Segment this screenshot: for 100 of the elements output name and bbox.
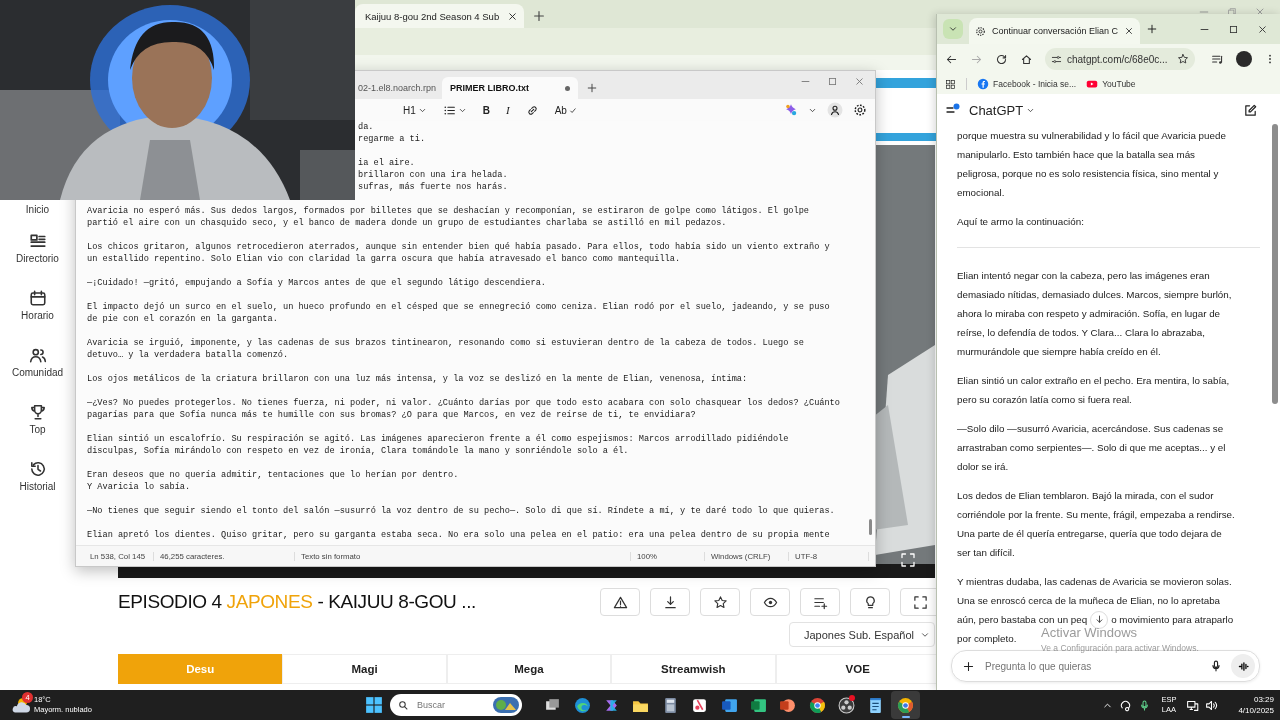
text-paragraph: —No tienes que seguir siendo el tonto del salón —susurró la voz dentro de su pecho—. Solo di que sí. Ríndete a mí, y te daré todo lo que quieras. (87, 505, 836, 517)
text-paragraph: Los ojos metálicos de la criatura brillaron con una luz más intensa, y la voz se deslizó en la mente de Elian, venenosa, íntima: (87, 373, 749, 385)
tab-title: Kaijuu 8-gou 2nd Season 4 Sub (365, 10, 500, 22)
message-paragraph: Elian sintió un calor extraño en el pecho. Era mentira, lo sabía, pero su corazón latía como si fuera real. (957, 374, 1230, 407)
nav-item[interactable]: Horario (0, 289, 75, 346)
search-input[interactable]: Buscar (415, 699, 487, 711)
warning-icon (612, 594, 628, 610)
trophy-icon (28, 403, 47, 421)
activation-title: Activar Windows (1041, 625, 1139, 640)
favicon-icon (975, 25, 986, 37)
address-bar[interactable]: chatgpt.com/c/68e0c... (1045, 48, 1195, 70)
fullscreen-icon[interactable] (900, 552, 916, 568)
search-field[interactable]: Buscar (390, 694, 522, 716)
waveform-icon (1236, 659, 1250, 673)
voice-button[interactable] (1231, 654, 1255, 678)
hotspot-icon[interactable] (1119, 698, 1133, 712)
browser-tab[interactable]: Kaijuu 8-gou 2nd Season 4 Sub (355, 4, 525, 28)
action-button[interactable] (600, 588, 640, 616)
text-paragraph: da. regarme a ti. (357, 121, 427, 145)
reload-icon[interactable] (995, 52, 1008, 66)
prompt-input[interactable]: Pregunta lo que quieras (983, 659, 1201, 673)
close-icon[interactable] (1124, 26, 1135, 36)
plus-icon[interactable] (962, 659, 975, 673)
text-paragraph: Elian apretó los dientes. Quiso gritar, pero su garganta estaba seca. No era solo una pelea en el patio: era una pelea dentro de su propia mente (87, 529, 831, 541)
text-paragraph: —¡Cuidado! —gritó, empujando a Sofía y Marcos antes de que el segundo látigo descendiera. (87, 277, 547, 289)
scroll-down-button[interactable] (1090, 610, 1109, 629)
browser-icon (573, 696, 591, 714)
history-icon (28, 460, 47, 478)
recorder-icon (838, 696, 856, 714)
spelling-button[interactable]: Ab (552, 101, 580, 119)
nav-item[interactable]: Comunidad (0, 346, 75, 403)
maximize-icon[interactable] (1228, 23, 1239, 35)
action-button[interactable] (750, 588, 790, 616)
document-icon (720, 696, 738, 714)
network-icon[interactable] (1186, 698, 1200, 712)
favicon-icon (977, 78, 989, 90)
action-button[interactable] (850, 588, 890, 616)
text-paragraph: Avaricia no esperó más. Sus dedos largos, formados por billetes que se deshacían y recomponían, se estiraron de golpe como látigos. El golpe partió el aire con un chasquido seco, y el banco de madera donde un grupo de estudiantes charlaba se astilló en mil pedazos. (87, 205, 810, 229)
file-tab[interactable]: PRIMER LIBRO.txt (442, 77, 579, 99)
account-icon[interactable] (827, 102, 843, 118)
message-paragraph: —Solo dilo —susurró Avaricia, acercándose. Sus cadenas se arrastraban como serpientes—. Solo di que me aceptas... y el dolor se irá. (957, 422, 1226, 474)
new-chat-icon[interactable] (1243, 102, 1258, 118)
action-button[interactable] (650, 588, 690, 616)
browser-icon (808, 696, 826, 714)
sparkle-icon[interactable] (784, 103, 798, 117)
tune-icon[interactable] (1051, 53, 1062, 65)
nav-item[interactable]: Top (0, 403, 75, 460)
volume-icon[interactable] (1205, 698, 1219, 712)
episode-title: EPISODIO 4 JAPONES - KAIJUU 8-GOU ... (118, 591, 477, 613)
search-icon (398, 699, 409, 711)
message-paragraph: Elian intentó negar con la cabeza, pero las imágenes eran demasiado nítidas, demasiado dulces. Marcos, siempre burlón, ahora lo miraba con respeto y admiración. Sofía, en lugar de reírse, lo defendía de todos. Y Clara... Clara lo abrazaba, murmurándole que siempre había creído en él. (957, 269, 1232, 359)
link-icon (525, 103, 539, 117)
calendar-icon (28, 289, 47, 307)
avatar[interactable] (1236, 51, 1252, 67)
star-icon (712, 594, 728, 610)
check-icon (568, 105, 578, 115)
action-button[interactable] (800, 588, 840, 616)
message-paragraph: Los dedos de Elian temblaron. Bajó la mirada, con el sudor corriéndole por la frente. Su mente, frágil, empezaba a rendirse. Una parte de él quería entregarse, quería que todo dejara de ser tan difícil. (957, 489, 1235, 560)
file-tab[interactable]: 02-1.el8.noarch.rpn (358, 77, 443, 99)
message-text: aún, pero bastaba con un peq (957, 614, 1088, 625)
close-icon[interactable] (1257, 23, 1268, 35)
server-tab[interactable]: Magi (282, 654, 447, 684)
text-paragraph: Avaricia se irguió, imponente, y las cadenas de sus brazos tintinearon, resonando como si estuvieran dentro de la cabeza de todos. Luego se detuvo… y la verdadera batalla comenzó. (87, 337, 805, 361)
spreadsheet-icon (749, 696, 767, 714)
home-icon[interactable] (1020, 52, 1033, 66)
browser-tab[interactable]: Continuar conversación Elian C (969, 18, 1141, 44)
start-icon[interactable] (365, 696, 383, 714)
nav-item[interactable]: Historial (0, 460, 75, 517)
url-text: chatgpt.com/c/68e0c... (1067, 53, 1169, 65)
text-paragraph: Los chicos gritaron, algunos retrocedieron aterrados, aunque sin entender bien qué había pasado. Para ellos, todo había sido un viento extraño y un estallido repentino. Solo Elian vio con claridad la garra oscura que había atravesado el banco como mantequilla. (87, 241, 831, 265)
server-tab[interactable]: Streamwish (611, 654, 776, 684)
model-selector[interactable]: ChatGPT (969, 102, 1036, 118)
toolbar-button[interactable]: H1 (401, 101, 429, 119)
fullscreen-icon (912, 594, 928, 610)
weather-icon[interactable] (10, 695, 30, 715)
language-select[interactable]: Japones Sub. Español (788, 622, 935, 647)
text-paragraph: El impacto dejó un surco en el suelo, un hueco profundo en el césped que se ennegreció como ceniza. Elian rodó por el suelo, jadeando, y se puso de pie con el corazón en la garganta. (87, 301, 831, 325)
taskbar-app[interactable] (890, 691, 921, 719)
bold-button[interactable]: B (480, 101, 493, 119)
chevron-down-icon (948, 24, 958, 34)
tab-title: Continuar conversación Elian C (992, 26, 1119, 36)
server-tab[interactable]: Mega (446, 654, 612, 684)
clock[interactable]: 03:29 4/10/2025 (1238, 694, 1274, 716)
close-icon[interactable] (507, 10, 519, 22)
action-button[interactable] (700, 588, 740, 616)
text-paragraph: —¿Ves? No puedes protegerlos. No tienes fuerza, ni poder, ni valor. ¿Cuánto darías por que todo esto acabara con solo chasquear los dedos? ¿Cuánto pagarías para que Sofía nunca más te humille con sus bromas? ¿O para que Marcos, en vez de reírse de ti, te envidiara? (87, 397, 841, 421)
people-icon (28, 346, 47, 364)
settings-icon[interactable] (853, 103, 867, 117)
star-icon[interactable] (1177, 53, 1189, 65)
nav-item[interactable]: Inicio (0, 201, 75, 232)
message-text: o movimiento para atraparlo (1111, 614, 1234, 625)
scrollbar-thumb (869, 519, 872, 535)
apps-icon[interactable] (945, 78, 956, 90)
microphone-icon[interactable] (1209, 659, 1223, 673)
download-icon (662, 594, 678, 610)
snipping-icon (691, 696, 709, 714)
bookmark[interactable]: Facebook - Inicia se... (977, 78, 1077, 90)
bookmark[interactable]: YouTube (1086, 78, 1136, 90)
nav-item[interactable]: Directorio (0, 232, 75, 289)
italic-button[interactable]: I (504, 101, 512, 119)
